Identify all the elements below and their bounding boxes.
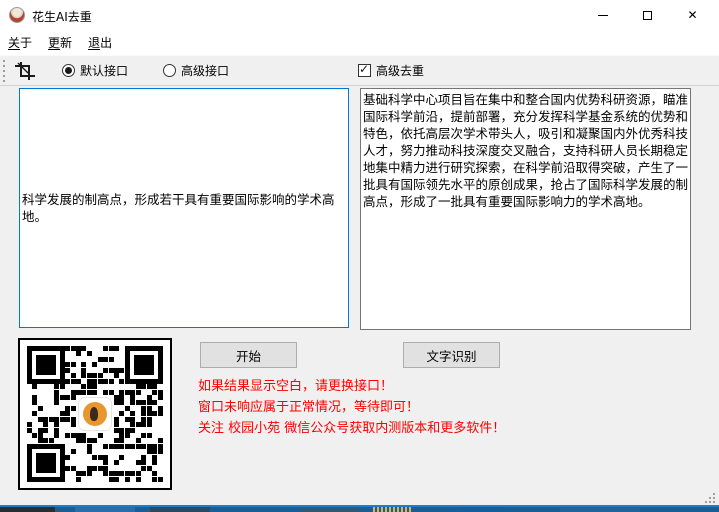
close-button[interactable]: ✕ bbox=[670, 0, 715, 30]
crop-icon bbox=[15, 61, 35, 81]
radio-default-label: 默认接口 bbox=[80, 62, 128, 79]
result-textarea[interactable]: 基础科学中心项目旨在集中和整合国内优势科研资源，瞄准国际科学前沿，提前部署，充分… bbox=[360, 88, 691, 330]
app-icon bbox=[9, 7, 25, 23]
menu-bar: 关于 更新 退出 bbox=[0, 30, 719, 55]
notice-block: 如果结果显示空白，请更换接口！ 窗口未响应属于正常情况，等待即可！ 关注 校园小… bbox=[198, 376, 505, 439]
radio-default-api[interactable]: 默认接口 bbox=[62, 56, 128, 85]
menu-item-about[interactable]: 关于 bbox=[8, 34, 32, 51]
qr-finder-icon bbox=[27, 346, 65, 384]
qr-finder-icon bbox=[27, 444, 65, 482]
window-title: 花生AI去重 bbox=[32, 8, 92, 25]
app-window: 花生AI去重 ✕ 关于 更新 退出 默认接口 bbox=[0, 0, 719, 512]
notice-line: 如果结果显示空白，请更换接口！ bbox=[198, 376, 505, 397]
qr-center-logo bbox=[79, 398, 111, 430]
crop-button[interactable] bbox=[12, 58, 38, 84]
taskbar-strip bbox=[0, 505, 719, 512]
checkbox-label: 高级去重 bbox=[376, 62, 424, 79]
radio-default-icon bbox=[62, 64, 75, 77]
minimize-icon bbox=[598, 15, 608, 16]
radio-advanced-icon bbox=[163, 64, 176, 77]
toolbar: 默认接口 高级接口 高级去重 bbox=[0, 55, 719, 86]
minimize-button[interactable] bbox=[580, 0, 625, 30]
source-textarea[interactable]: 科学发展的制高点，形成若干具有重要国际影响的学术高地。 bbox=[19, 88, 349, 328]
maximize-icon bbox=[643, 11, 652, 20]
qr-modules bbox=[27, 346, 163, 482]
ocr-button[interactable]: 文字识别 bbox=[403, 342, 500, 368]
toolbar-gripper bbox=[3, 60, 5, 83]
close-icon: ✕ bbox=[687, 9, 697, 21]
radio-advanced-api[interactable]: 高级接口 bbox=[163, 56, 229, 85]
notice-line: 窗口未响应属于正常情况，等待即可！ bbox=[198, 397, 505, 418]
start-button[interactable]: 开始 bbox=[200, 342, 297, 368]
notice-line: 关注 校园小苑 微信公众号获取内测版本和更多软件！ bbox=[198, 418, 505, 439]
source-text: 科学发展的制高点，形成若干具有重要国际影响的学术高地。 bbox=[22, 191, 346, 225]
checkbox-icon bbox=[358, 64, 371, 77]
result-text: 基础科学中心项目旨在集中和整合国内优势科研资源，瞄准国际科学前沿，提前部署，充分… bbox=[363, 92, 688, 209]
resize-grip-icon[interactable] bbox=[702, 490, 715, 503]
radio-advanced-label: 高级接口 bbox=[181, 62, 229, 79]
title-bar: 花生AI去重 ✕ bbox=[0, 0, 719, 30]
qr-code bbox=[18, 338, 172, 490]
qr-logo-icon bbox=[83, 402, 107, 426]
maximize-button[interactable] bbox=[625, 0, 670, 30]
menu-item-update[interactable]: 更新 bbox=[48, 34, 72, 51]
qr-finder-icon bbox=[125, 346, 163, 384]
menu-item-exit[interactable]: 退出 bbox=[88, 34, 112, 51]
checkbox-advanced-dedup[interactable]: 高级去重 bbox=[358, 56, 424, 85]
